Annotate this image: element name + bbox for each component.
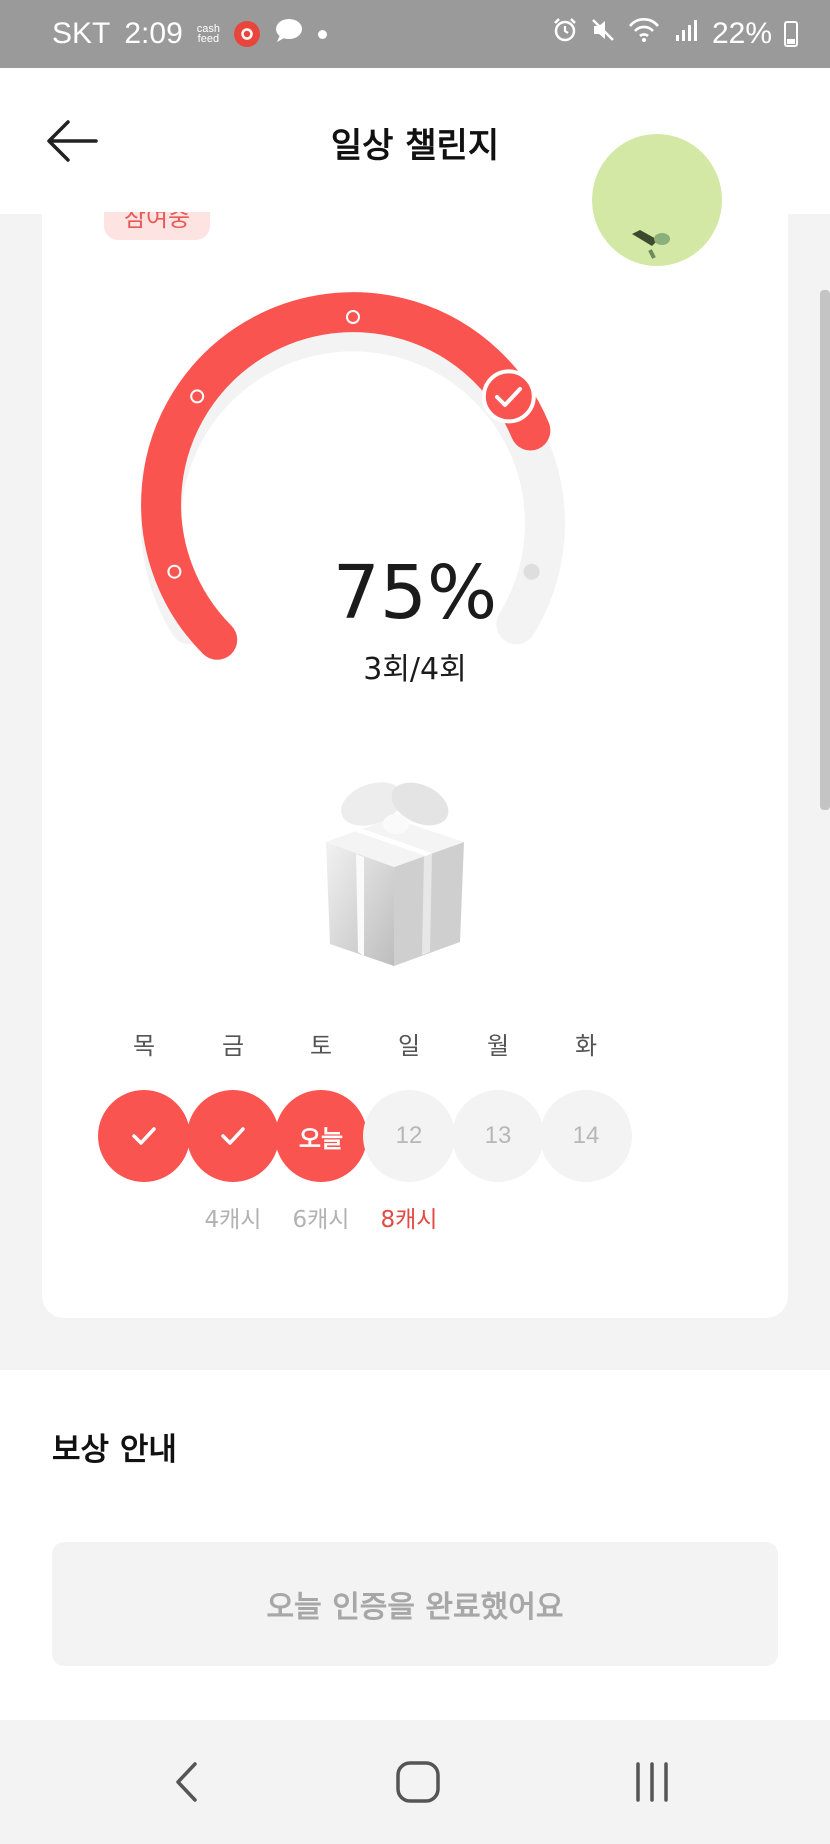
check-icon xyxy=(132,1127,156,1145)
completed-button[interactable]: 오늘 인증을 완료했어요 xyxy=(52,1542,778,1666)
recents-icon xyxy=(636,1762,668,1802)
day-future-circle: 12 xyxy=(363,1090,455,1182)
day-item: 월 13 xyxy=(452,1026,544,1230)
nav-home-button[interactable] xyxy=(378,1750,458,1814)
cashfeed-icon: cash feed xyxy=(196,23,220,45)
alarm-icon xyxy=(552,17,578,51)
day-check-circle xyxy=(187,1090,279,1182)
status-bar: SKT 2:09 cash feed 22% xyxy=(0,0,830,68)
chat-icon xyxy=(274,17,304,51)
section-title: 보상 안내 xyxy=(52,1432,177,1468)
reward-section: 보상 안내 오늘 인증을 완료했어요 xyxy=(0,1370,830,1720)
progress-count: 3회/4회 xyxy=(363,652,467,687)
check-marker-icon xyxy=(481,369,536,424)
challenge-card: 참여중 75% 3회/4회 목 금 4캐시 토 오늘 6캐시 일 12 8캐시 … xyxy=(42,134,788,1318)
day-reward-label xyxy=(540,1200,632,1230)
day-reward-label: 4캐시 xyxy=(204,1207,262,1233)
battery-label: 22% xyxy=(711,17,772,50)
day-label: 월 xyxy=(486,1032,510,1060)
home-icon xyxy=(396,1761,440,1803)
day-reward-label xyxy=(452,1200,544,1230)
app-notification-icon xyxy=(234,21,260,47)
progress-percent: 75% xyxy=(332,550,498,636)
chevron-left-icon xyxy=(176,1762,197,1802)
day-future-circle: 13 xyxy=(452,1090,544,1182)
clock: 2:09 xyxy=(124,17,183,50)
day-label: 목 xyxy=(132,1032,156,1060)
day-label: 토 xyxy=(309,1032,333,1060)
system-nav-bar xyxy=(0,1720,830,1844)
nav-recents-button[interactable] xyxy=(612,1750,692,1814)
gift-box-icon xyxy=(326,782,464,966)
day-check-circle xyxy=(98,1090,190,1182)
nav-back-button[interactable] xyxy=(146,1750,226,1814)
check-icon xyxy=(221,1127,245,1145)
carrier-label: SKT xyxy=(52,17,111,50)
day-today-circle: 오늘 xyxy=(275,1090,367,1182)
day-label: 금 xyxy=(221,1032,245,1060)
day-item: 금 4캐시 xyxy=(187,1026,279,1233)
day-future-circle: 14 xyxy=(540,1090,632,1182)
signal-icon xyxy=(674,17,700,51)
day-item: 토오늘 6캐시 xyxy=(275,1026,367,1233)
day-item: 목 xyxy=(98,1026,190,1230)
day-label: 일 xyxy=(397,1032,421,1060)
wifi-icon xyxy=(628,17,662,51)
day-item: 일 12 8캐시 xyxy=(363,1026,455,1233)
scrollbar[interactable] xyxy=(820,290,830,810)
battery-icon xyxy=(784,21,798,47)
day-label: 화 xyxy=(574,1032,598,1060)
day-reward-label xyxy=(98,1200,190,1230)
more-notifications-dot xyxy=(318,29,327,39)
day-reward-label: 8캐시 xyxy=(380,1207,438,1233)
day-reward-label: 6캐시 xyxy=(292,1207,350,1233)
mute-icon xyxy=(590,17,616,51)
day-item: 화 14 xyxy=(540,1026,632,1230)
